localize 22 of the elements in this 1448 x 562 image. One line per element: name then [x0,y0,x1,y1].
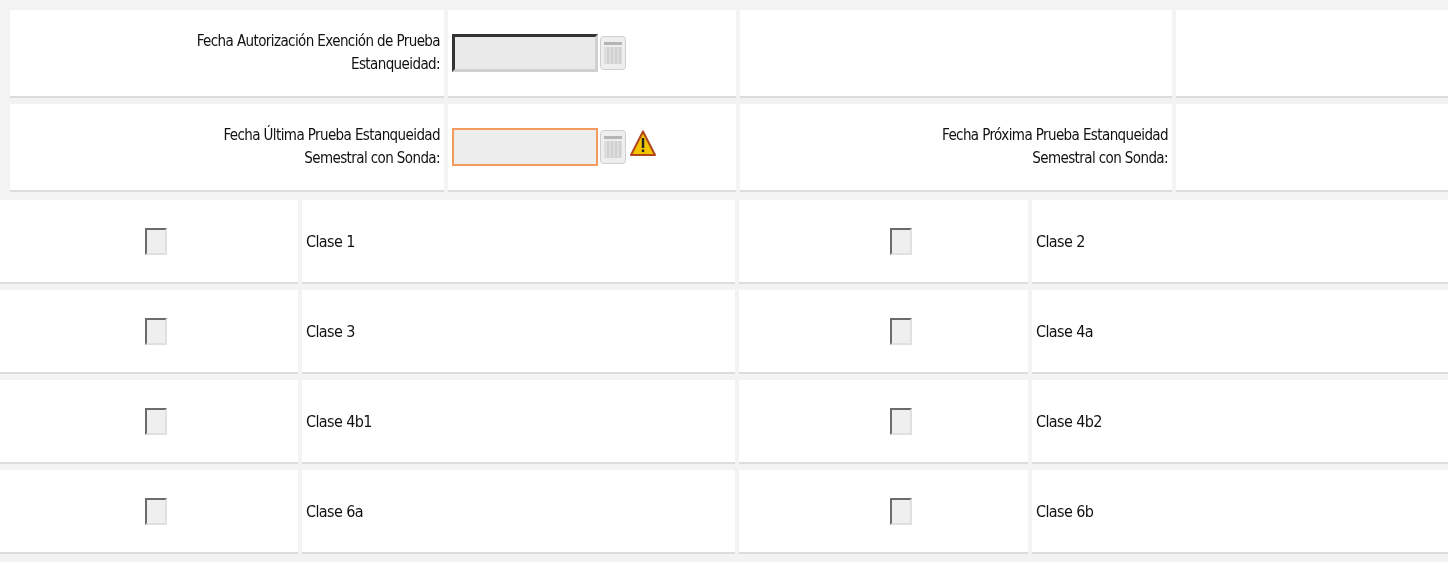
checkbox-label: Clase 1 [306,231,355,251]
field-label: Fecha Autorización Exención de Prueba Estanqueidad: [196,31,440,75]
checkbox-label: Clase 3 [306,321,355,341]
checkbox[interactable] [889,317,912,345]
checkbox[interactable] [145,227,167,255]
checkbox-label: Clase 2 [1036,231,1085,251]
checkbox[interactable] [889,497,912,525]
checkbox[interactable] [889,407,912,435]
checkbox-label: Clase 4b2 [1036,411,1102,431]
warning-icon [630,130,656,157]
checkbox[interactable] [145,317,167,345]
field-label: Fecha Última Prueba Estanqueidad Semestral con Sonda: [223,124,440,169]
checkbox[interactable] [145,497,167,525]
checkbox[interactable] [145,407,167,435]
checkbox[interactable] [889,227,912,255]
date-field[interactable] [452,128,598,166]
checkbox-label: Clase 6a [306,501,363,521]
checkbox-label: Clase 4b1 [306,411,372,431]
field-label: Fecha Próxima Prueba Estanqueidad Semestral con Sonda: [942,125,1168,169]
checkbox-label: Clase 4a [1036,321,1093,341]
checkbox-label: Clase 6b [1036,501,1094,521]
date-field[interactable] [452,34,598,72]
